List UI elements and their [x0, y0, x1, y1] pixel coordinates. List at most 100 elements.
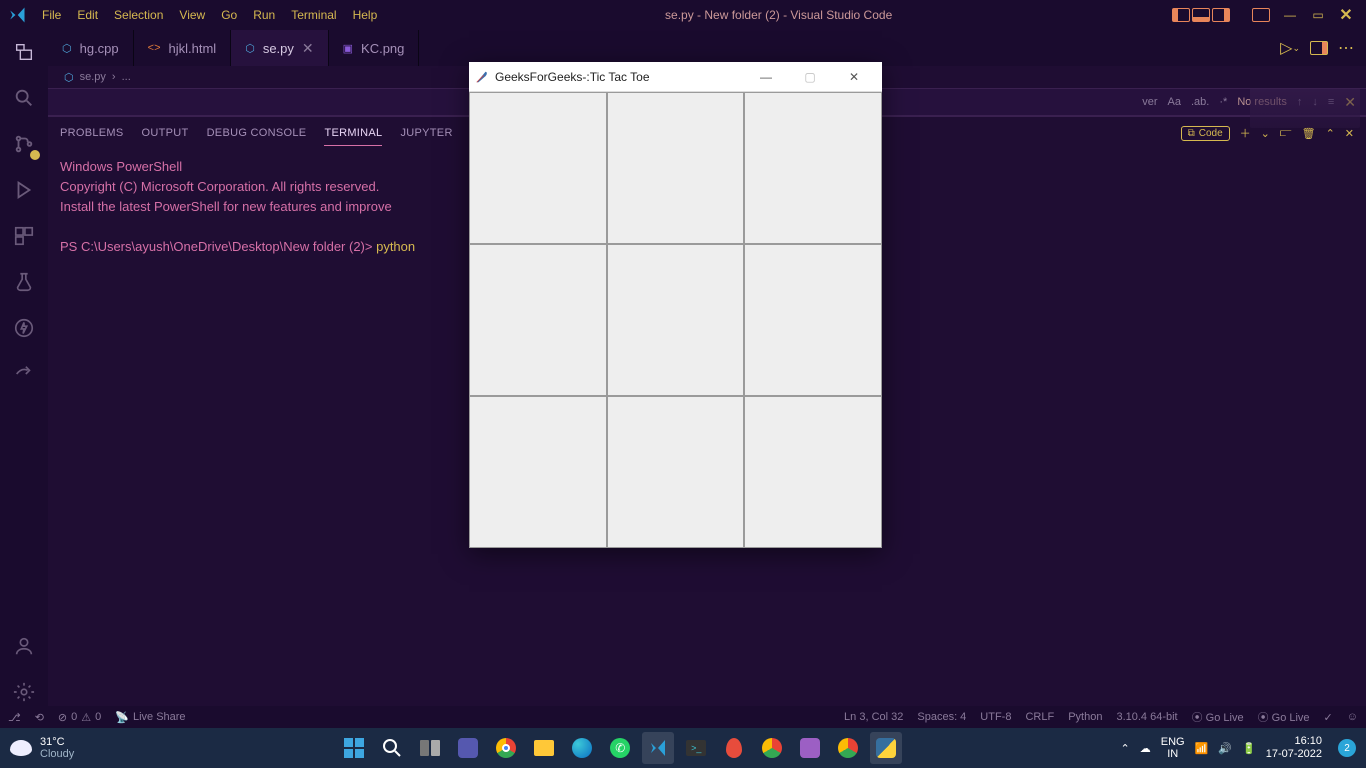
menu-view[interactable]: View [171, 4, 213, 26]
status-spaces[interactable]: Spaces: 4 [917, 711, 966, 723]
tray-overflow-icon[interactable]: ⌃ [1121, 742, 1130, 755]
terminal-dropdown-icon[interactable]: ⌄ [1261, 127, 1270, 140]
run-debug-icon[interactable] [10, 176, 38, 204]
maps-icon[interactable] [718, 732, 750, 764]
status-encoding[interactable]: UTF-8 [980, 711, 1011, 723]
tray-battery-icon[interactable]: 🔋 [1242, 742, 1256, 755]
run-file-icon[interactable]: ▷ ⌄ [1280, 38, 1300, 58]
toggle-panel-bottom-icon[interactable] [1192, 8, 1210, 22]
chrome-icon[interactable] [490, 732, 522, 764]
whatsapp-icon[interactable]: ✆ [604, 732, 636, 764]
ttt-cell-2-0[interactable] [469, 396, 607, 548]
find-option-regex[interactable]: ·* [1219, 96, 1227, 108]
split-editor-icon[interactable] [1310, 41, 1328, 55]
menu-selection[interactable]: Selection [106, 4, 171, 26]
tab-hjkl-html[interactable]: <> hjkl.html [134, 30, 232, 66]
more-actions-icon[interactable]: ⋯ [1338, 38, 1354, 58]
menu-go[interactable]: Go [213, 4, 245, 26]
tray-wifi-icon[interactable]: 📶 [1195, 742, 1209, 755]
menu-run[interactable]: Run [245, 4, 283, 26]
ttt-cell-1-0[interactable] [469, 244, 607, 396]
minimap[interactable] [1250, 88, 1360, 128]
status-go-live-1[interactable]: ⦿ Go Live [1192, 709, 1244, 725]
share-icon[interactable] [10, 360, 38, 388]
tray-onedrive-icon[interactable]: ☁ [1140, 742, 1151, 755]
ttt-cell-2-2[interactable] [744, 396, 882, 548]
account-icon[interactable] [10, 632, 38, 660]
ttt-maximize-icon[interactable]: ▢ [788, 63, 832, 91]
status-cursor[interactable]: Ln 3, Col 32 [844, 711, 903, 723]
start-icon[interactable] [338, 732, 370, 764]
ttt-cell-0-0[interactable] [469, 92, 607, 244]
kill-terminal-icon[interactable]: 🗑 [1302, 127, 1316, 140]
ttt-minimize-icon[interactable]: — [744, 63, 788, 91]
panel-tab-jupyter[interactable]: JUPYTER [400, 121, 452, 145]
status-sync-icon[interactable]: ⟲ [35, 711, 44, 724]
menu-terminal[interactable]: Terminal [283, 4, 344, 26]
maximize-panel-icon[interactable]: ⌃ [1326, 127, 1335, 140]
status-python-version[interactable]: 3.10.4 64-bit [1116, 711, 1177, 723]
window-minimize-icon[interactable]: — [1282, 7, 1298, 23]
explorer-folder-icon[interactable] [528, 732, 560, 764]
panel-tab-debug[interactable]: DEBUG CONSOLE [207, 121, 307, 145]
status-live-share[interactable]: 📡 Live Share [115, 711, 185, 724]
tab-hg-cpp[interactable]: ⬡ hg.cpp [48, 30, 134, 66]
find-option-case[interactable]: Aa [1168, 96, 1181, 108]
toggle-panel-right-icon[interactable] [1212, 8, 1230, 22]
chrome-icon-3[interactable] [832, 732, 864, 764]
terminal-profile-badge[interactable]: ⧉ Code [1181, 126, 1230, 141]
status-errors[interactable]: ⊘ 0 ⚠ 0 [58, 711, 101, 724]
taskbar-search-icon[interactable] [376, 732, 408, 764]
tray-notification-badge[interactable]: 2 [1338, 739, 1356, 757]
taskview-icon[interactable] [414, 732, 446, 764]
search-icon[interactable] [10, 84, 38, 112]
app-icon[interactable] [794, 732, 826, 764]
vscode-taskbar-icon[interactable] [642, 732, 674, 764]
ttt-cell-2-1[interactable] [607, 396, 745, 548]
testing-icon[interactable] [10, 268, 38, 296]
tray-volume-icon[interactable]: 🔊 [1218, 742, 1232, 755]
panel-tab-output[interactable]: OUTPUT [142, 121, 189, 145]
chrome-icon-2[interactable] [756, 732, 788, 764]
ttt-cell-1-2[interactable] [744, 244, 882, 396]
status-prettier-icon[interactable]: ✓ [1324, 711, 1333, 724]
panel-tab-terminal[interactable]: TERMINAL [324, 121, 382, 146]
new-terminal-icon[interactable]: ＋ [1240, 125, 1251, 141]
status-feedback-icon[interactable]: ☺ [1347, 711, 1358, 723]
explorer-icon[interactable] [10, 38, 38, 66]
teams-icon[interactable] [452, 732, 484, 764]
tab-kc-png[interactable]: ▣ KC.png [329, 30, 420, 66]
source-control-icon[interactable] [10, 130, 38, 158]
window-maximize-icon[interactable]: ▭ [1310, 7, 1326, 23]
taskbar-weather[interactable]: 31°C Cloudy [10, 736, 120, 760]
panel-tab-problems[interactable]: PROBLEMS [60, 121, 124, 145]
extensions-icon[interactable] [10, 222, 38, 250]
tab-close-icon[interactable]: ✕ [302, 40, 314, 57]
split-terminal-icon[interactable]: ⫍ [1280, 127, 1292, 140]
ttt-cell-0-1[interactable] [607, 92, 745, 244]
toggle-panel-left-icon[interactable] [1172, 8, 1190, 22]
status-eol[interactable]: CRLF [1025, 711, 1054, 723]
menu-help[interactable]: Help [345, 4, 386, 26]
menu-edit[interactable]: Edit [69, 4, 106, 26]
customize-layout-icon[interactable] [1252, 8, 1270, 22]
tictactoe-titlebar[interactable]: GeeksForGeeks-:Tic Tac Toe — ▢ ✕ [469, 62, 882, 92]
ttt-cell-1-1[interactable] [607, 244, 745, 396]
window-close-icon[interactable]: ✕ [1338, 7, 1354, 23]
close-panel-icon[interactable]: ✕ [1345, 127, 1354, 140]
tray-clock[interactable]: 16:10 17-07-2022 [1266, 735, 1322, 761]
status-go-live-2[interactable]: ⦿ Go Live [1258, 709, 1310, 725]
python-taskbar-icon[interactable] [870, 732, 902, 764]
tray-language[interactable]: ENG IN [1161, 736, 1185, 760]
settings-gear-icon[interactable] [10, 678, 38, 706]
edge-icon[interactable] [566, 732, 598, 764]
tab-se-py[interactable]: ⬡ se.py ✕ [231, 30, 328, 66]
terminal-taskbar-icon[interactable]: >_ [680, 732, 712, 764]
ttt-cell-0-2[interactable] [744, 92, 882, 244]
thunder-icon[interactable] [10, 314, 38, 342]
find-option-word[interactable]: .ab. [1191, 96, 1209, 108]
ttt-close-icon[interactable]: ✕ [832, 63, 876, 91]
status-language[interactable]: Python [1068, 711, 1102, 723]
status-remote-icon[interactable]: ⎇ [8, 711, 21, 724]
menu-file[interactable]: File [34, 4, 69, 26]
